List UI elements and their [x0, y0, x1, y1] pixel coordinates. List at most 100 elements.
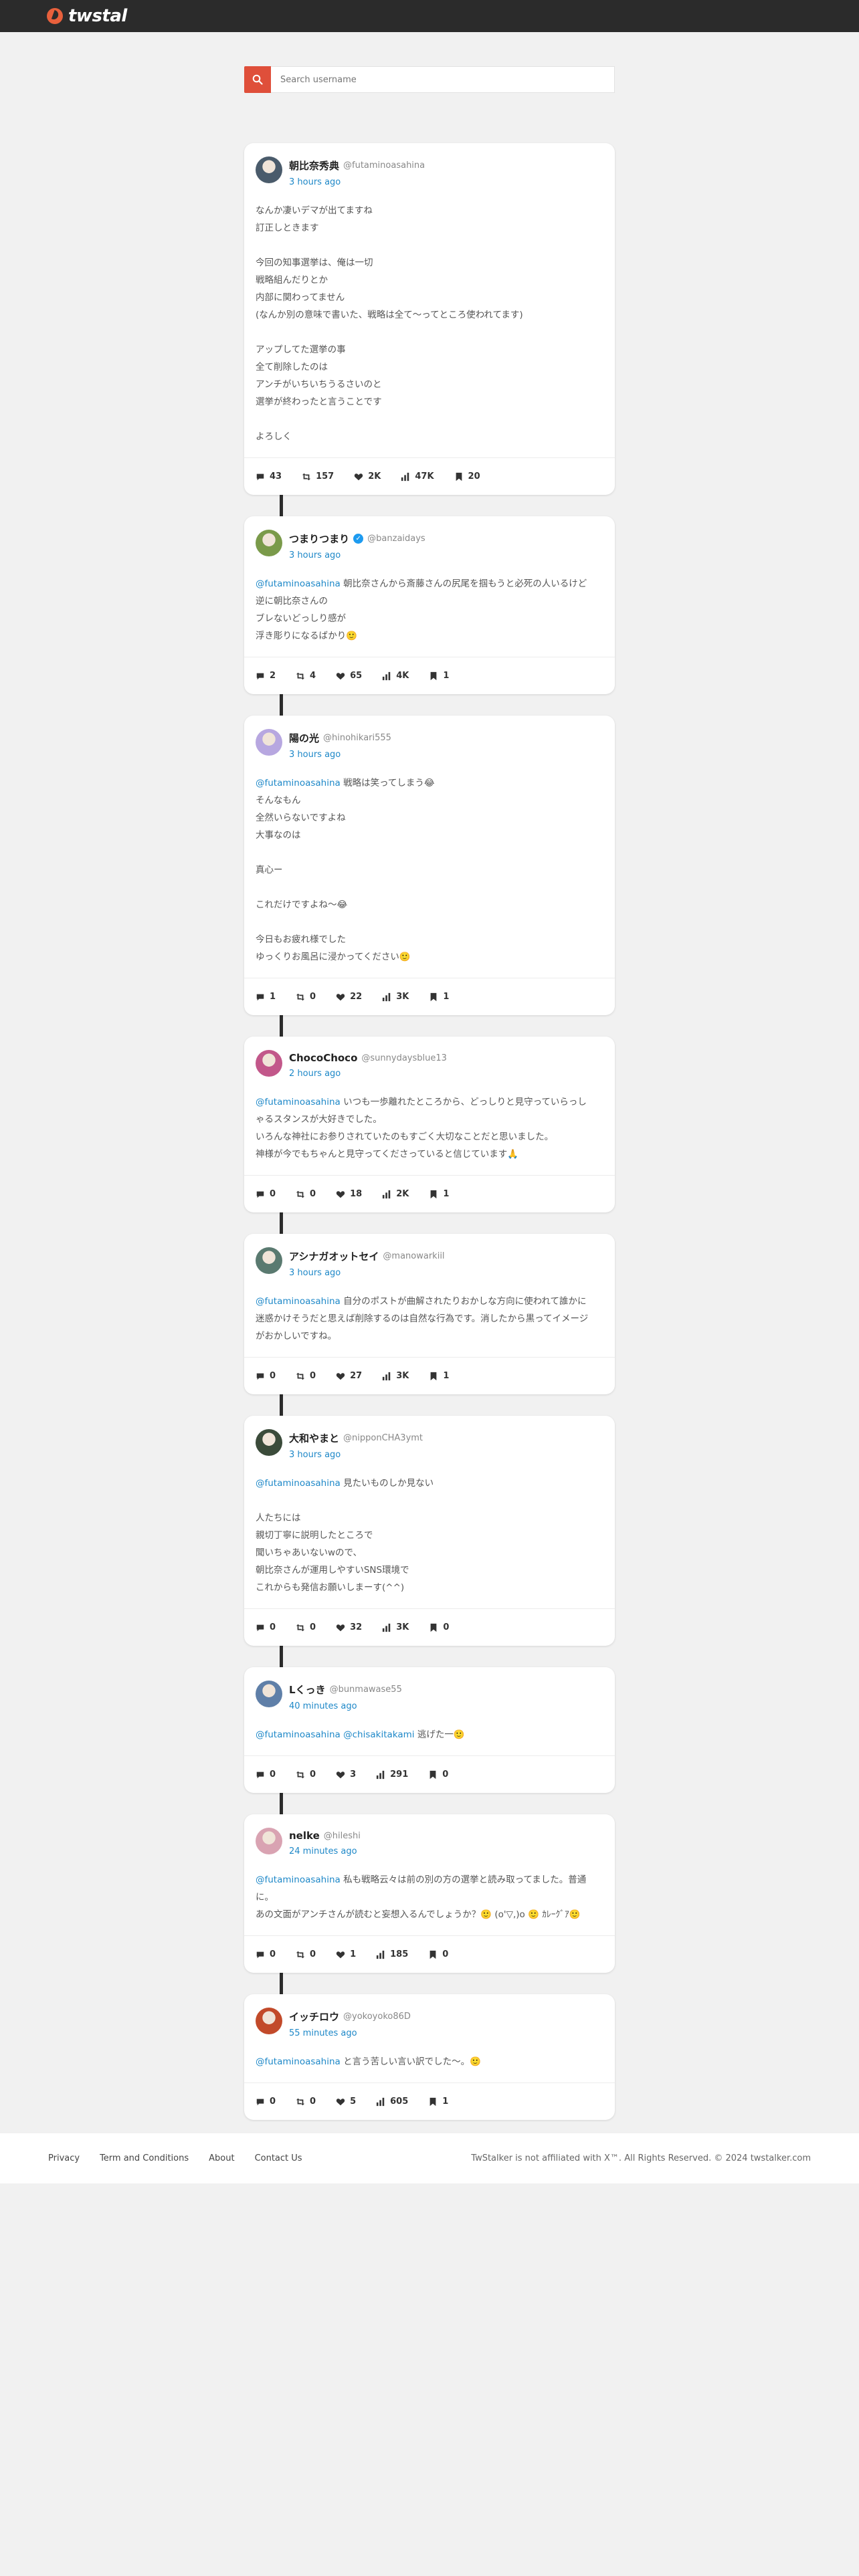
mention-link[interactable]: @futaminoasahina	[256, 1478, 341, 1489]
username[interactable]: @manowarkiil	[383, 1251, 444, 1261]
views-button[interactable]: 605	[376, 2097, 408, 2107]
timestamp[interactable]: 55 minutes ago	[289, 2028, 411, 2038]
views-button[interactable]: 3K	[382, 1371, 409, 1381]
bookmark-button[interactable]: 1	[429, 671, 449, 681]
views-button[interactable]: 291	[376, 1769, 408, 1780]
bookmark-button[interactable]: 1	[429, 992, 449, 1002]
timestamp[interactable]: 3 hours ago	[289, 550, 425, 560]
footer-link-contact[interactable]: Contact Us	[255, 2153, 302, 2163]
display-name[interactable]: 陽の光	[289, 731, 319, 745]
retweet-button[interactable]: 0	[296, 1769, 316, 1780]
avatar[interactable]	[256, 1681, 282, 1707]
username[interactable]: @hileshi	[324, 1831, 361, 1841]
display-name[interactable]: nelke	[289, 1830, 320, 1842]
reply-button[interactable]: 0	[256, 1622, 276, 1632]
timestamp[interactable]: 3 hours ago	[289, 750, 391, 760]
reply-button[interactable]: 0	[256, 1371, 276, 1381]
bookmark-button[interactable]: 20	[454, 471, 480, 481]
avatar[interactable]	[256, 2008, 282, 2034]
retweet-button[interactable]: 157	[302, 471, 334, 481]
display-name[interactable]: 大和やまと	[289, 1431, 339, 1445]
timestamp[interactable]: 3 hours ago	[289, 1450, 423, 1460]
footer-link-terms[interactable]: Term and Conditions	[100, 2153, 189, 2163]
display-name[interactable]: つまりつまり	[289, 532, 349, 546]
tweet-card[interactable]: つまりつまり ✓ @banzaidays 3 hours ago @futami…	[244, 516, 615, 694]
bookmark-button[interactable]: 0	[429, 1622, 449, 1632]
mention-link[interactable]: @futaminoasahina @chisakitakami	[256, 1729, 415, 1740]
display-name[interactable]: アシナガオットセイ	[289, 1249, 379, 1263]
footer-link-about[interactable]: About	[209, 2153, 234, 2163]
avatar[interactable]	[256, 1429, 282, 1456]
reply-button[interactable]: 0	[256, 1189, 276, 1199]
retweet-button[interactable]: 0	[296, 2097, 316, 2107]
search-input[interactable]	[271, 66, 615, 93]
tweet-card[interactable]: イッチロウ @yokoyoko86D 55 minutes ago @futam…	[244, 1994, 615, 2120]
mention-link[interactable]: @futaminoasahina	[256, 2056, 341, 2067]
avatar[interactable]	[256, 729, 282, 756]
avatar[interactable]	[256, 530, 282, 556]
like-button[interactable]: 65	[336, 671, 362, 681]
tweet-card[interactable]: 朝比奈秀典 @futaminoasahina 3 hours ago なんか凄い…	[244, 143, 615, 495]
views-button[interactable]: 47K	[401, 471, 434, 481]
display-name[interactable]: イッチロウ	[289, 2010, 339, 2024]
search-button[interactable]	[244, 66, 271, 93]
bookmark-button[interactable]: 1	[429, 1189, 449, 1199]
tweet-card[interactable]: ChocoChoco @sunnydaysblue13 2 hours ago …	[244, 1037, 615, 1212]
avatar[interactable]	[256, 1247, 282, 1274]
retweet-button[interactable]: 0	[296, 1189, 316, 1199]
timestamp[interactable]: 3 hours ago	[289, 1268, 445, 1278]
retweet-button[interactable]: 0	[296, 1622, 316, 1632]
reply-button[interactable]: 2	[256, 671, 276, 681]
like-button[interactable]: 5	[336, 2097, 356, 2107]
bookmark-button[interactable]: 1	[428, 2097, 448, 2107]
username[interactable]: @banzaidays	[367, 534, 425, 544]
like-button[interactable]: 3	[336, 1769, 356, 1780]
username[interactable]: @sunnydaysblue13	[361, 1053, 447, 1063]
reply-button[interactable]: 0	[256, 2097, 276, 2107]
footer-link-privacy[interactable]: Privacy	[48, 2153, 80, 2163]
views-button[interactable]: 3K	[382, 992, 409, 1002]
username[interactable]: @futaminoasahina	[343, 160, 425, 171]
avatar[interactable]	[256, 156, 282, 183]
like-button[interactable]: 2K	[354, 471, 381, 481]
avatar[interactable]	[256, 1828, 282, 1854]
display-name[interactable]: Lくっき	[289, 1683, 326, 1697]
logo[interactable]: twstal	[47, 6, 127, 26]
views-button[interactable]: 3K	[382, 1622, 409, 1632]
views-button[interactable]: 185	[376, 1949, 408, 1959]
mention-link[interactable]: @futaminoasahina	[256, 1097, 341, 1107]
like-button[interactable]: 27	[336, 1371, 362, 1381]
timestamp[interactable]: 40 minutes ago	[289, 1701, 402, 1711]
tweet-card[interactable]: 大和やまと @nipponCHA3ymt 3 hours ago @futami…	[244, 1416, 615, 1646]
display-name[interactable]: 朝比奈秀典	[289, 158, 339, 173]
retweet-button[interactable]: 0	[296, 1371, 316, 1381]
like-button[interactable]: 32	[336, 1622, 362, 1632]
retweet-button[interactable]: 0	[296, 1949, 316, 1959]
like-button[interactable]: 18	[336, 1189, 362, 1199]
views-button[interactable]: 4K	[382, 671, 409, 681]
like-button[interactable]: 22	[336, 992, 362, 1002]
username[interactable]: @nipponCHA3ymt	[343, 1433, 423, 1443]
username[interactable]: @bunmawase55	[330, 1685, 402, 1695]
timestamp[interactable]: 24 minutes ago	[289, 1846, 361, 1856]
display-name[interactable]: ChocoChoco	[289, 1052, 357, 1064]
mention-link[interactable]: @futaminoasahina	[256, 578, 341, 589]
tweet-card[interactable]: 陽の光 @hinohikari555 3 hours ago @futamino…	[244, 716, 615, 1015]
reply-button[interactable]: 0	[256, 1769, 276, 1780]
mention-link[interactable]: @futaminoasahina	[256, 778, 341, 788]
bookmark-button[interactable]: 0	[428, 1949, 448, 1959]
reply-button[interactable]: 43	[256, 471, 282, 481]
tweet-card[interactable]: Lくっき @bunmawase55 40 minutes ago @futami…	[244, 1667, 615, 1793]
avatar[interactable]	[256, 1050, 282, 1077]
retweet-button[interactable]: 4	[296, 671, 316, 681]
timestamp[interactable]: 3 hours ago	[289, 177, 425, 187]
tweet-card[interactable]: アシナガオットセイ @manowarkiil 3 hours ago @futa…	[244, 1234, 615, 1394]
reply-button[interactable]: 0	[256, 1949, 276, 1959]
tweet-card[interactable]: nelke @hileshi 24 minutes ago @futaminoa…	[244, 1814, 615, 1973]
mention-link[interactable]: @futaminoasahina	[256, 1874, 341, 1885]
timestamp[interactable]: 2 hours ago	[289, 1069, 447, 1079]
reply-button[interactable]: 1	[256, 992, 276, 1002]
bookmark-button[interactable]: 0	[428, 1769, 448, 1780]
bookmark-button[interactable]: 1	[429, 1371, 449, 1381]
like-button[interactable]: 1	[336, 1949, 356, 1959]
